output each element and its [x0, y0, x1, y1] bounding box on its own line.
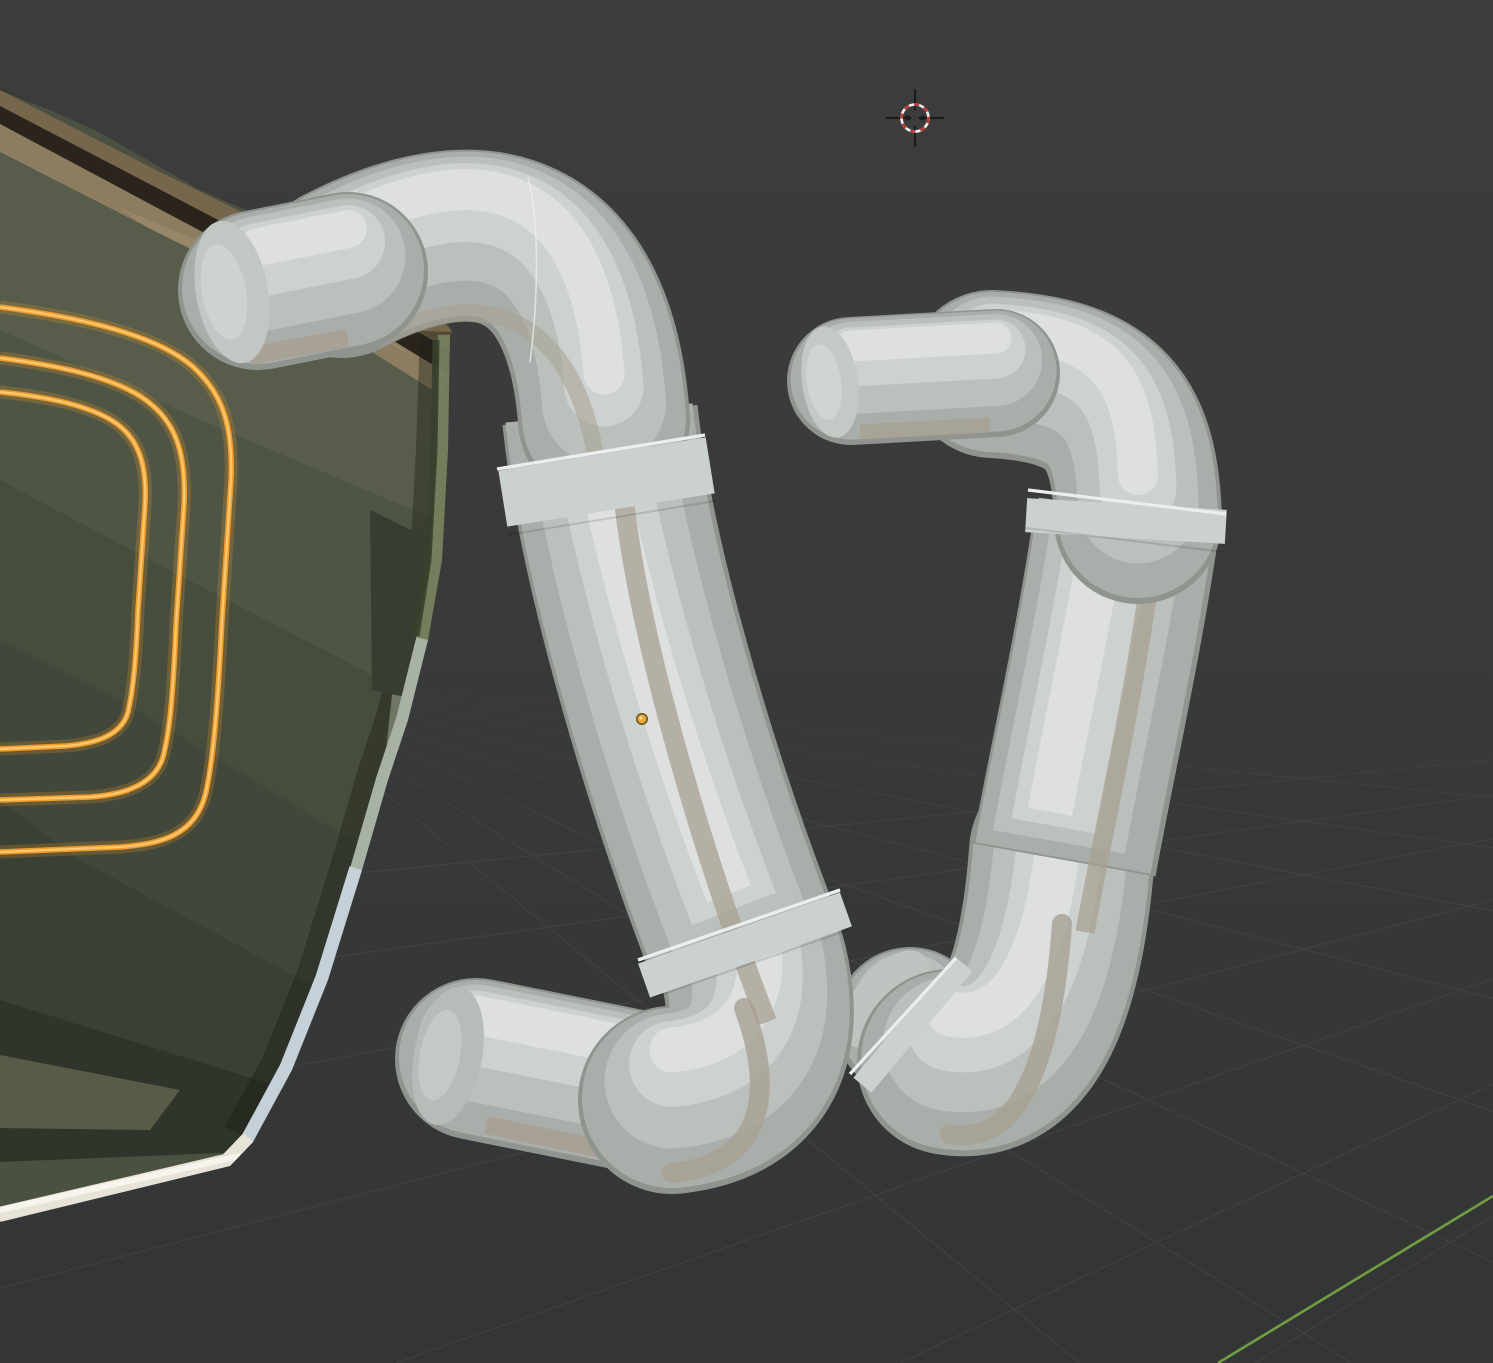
small-pipe-top-arm: [794, 323, 996, 442]
axis-line-y: [1218, 1196, 1493, 1363]
pipe-handle-small[interactable]: [794, 318, 1226, 1135]
origin-point-highlight: [639, 716, 642, 719]
viewport-canvas[interactable]: [0, 0, 1493, 1363]
large-pipe-top-arm: [184, 215, 348, 369]
object-origin-point[interactable]: [637, 714, 647, 724]
cursor-3d: [886, 89, 944, 147]
blender-3d-viewport[interactable]: [0, 0, 1493, 1363]
